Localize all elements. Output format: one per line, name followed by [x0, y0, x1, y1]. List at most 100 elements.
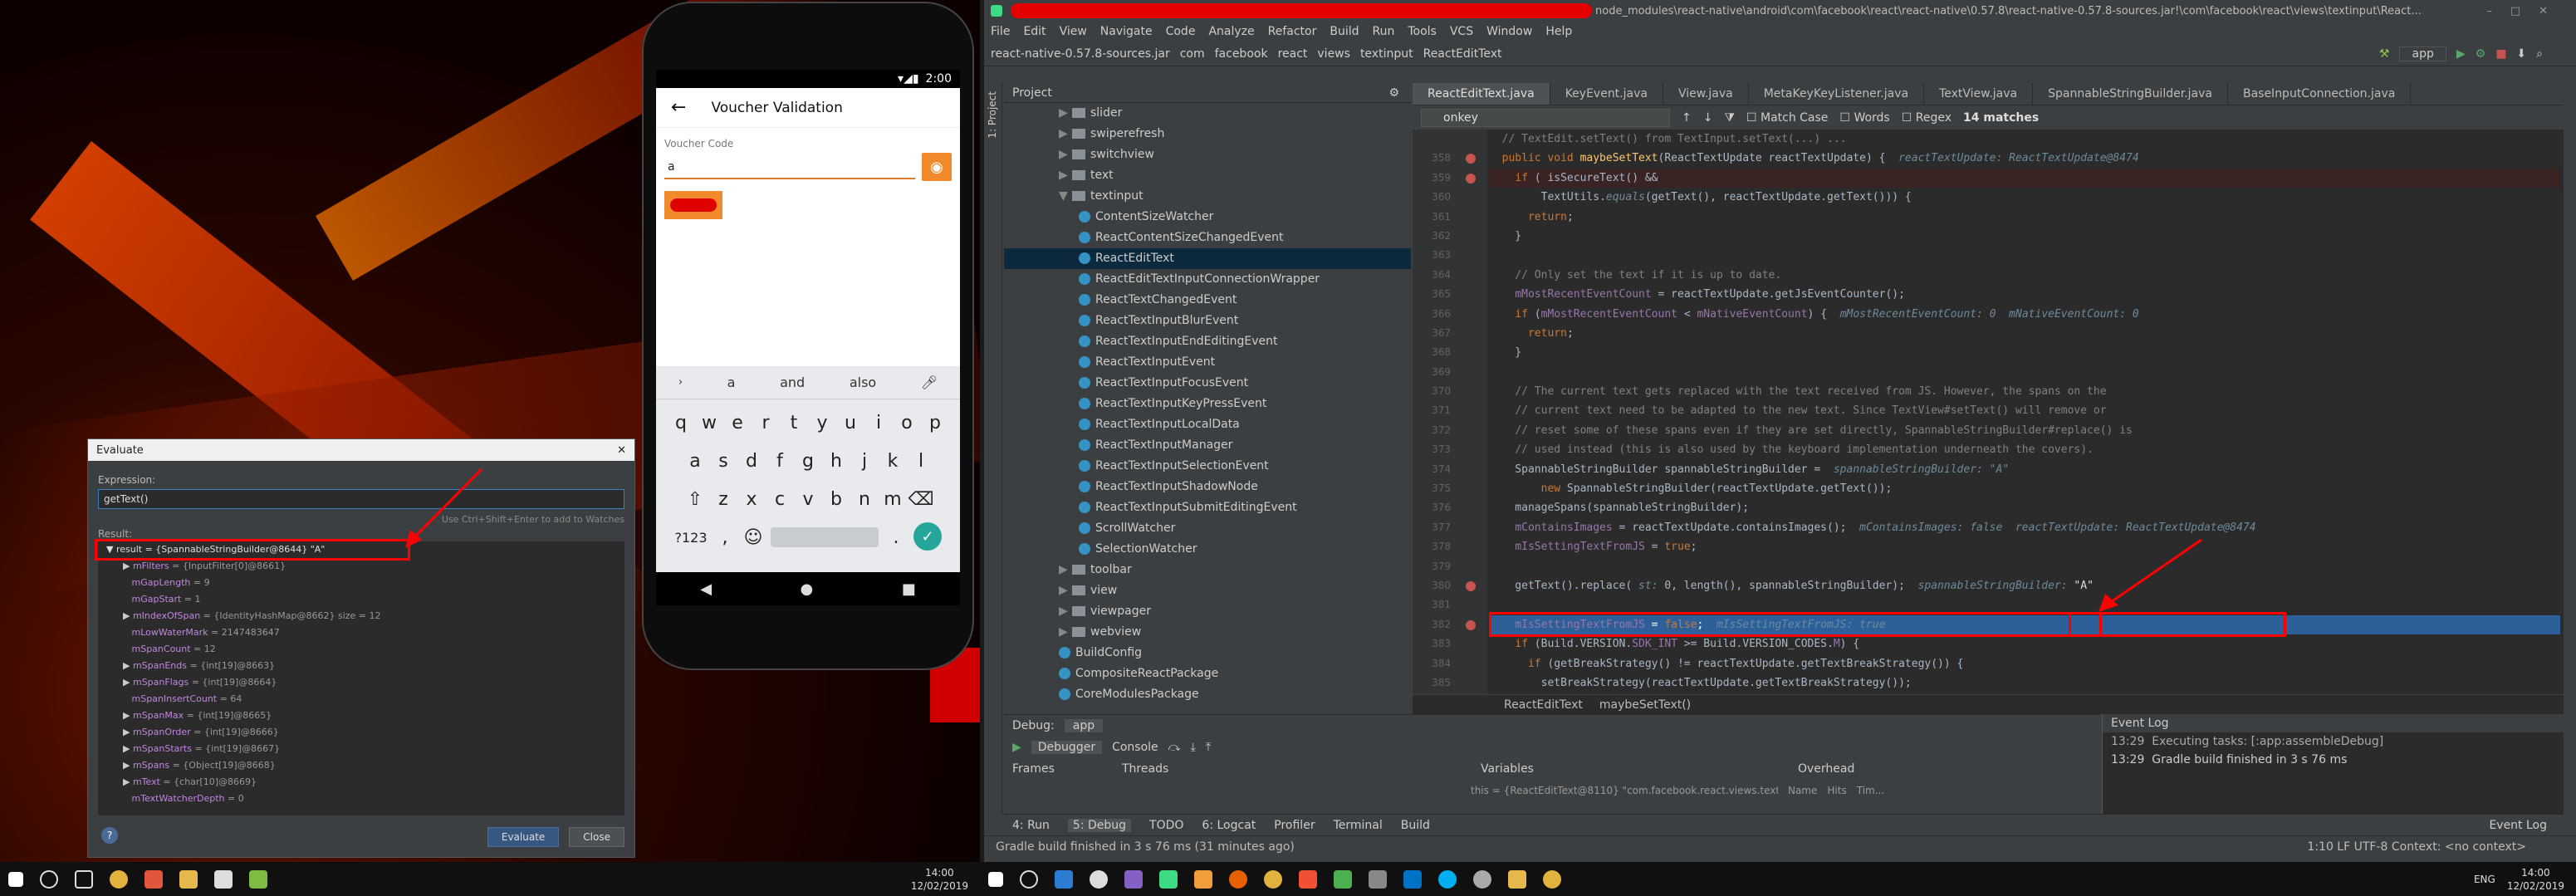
- key[interactable]: c: [769, 484, 791, 514]
- tree-class[interactable]: ReactEditTextInputConnectionWrapper: [1004, 269, 1411, 290]
- explorer-icon[interactable]: [179, 869, 198, 889]
- emoji-icon[interactable]: ☺: [742, 522, 764, 552]
- frames-tab[interactable]: Frames: [1012, 762, 1112, 776]
- breadcrumb[interactable]: com: [1180, 47, 1205, 61]
- chrome-icon[interactable]: [1264, 869, 1282, 889]
- expand-arrow-icon[interactable]: ▶: [1059, 560, 1072, 580]
- code-area[interactable]: // TextEdit.setText() from TextInput.set…: [1489, 130, 2560, 747]
- menu-analyze[interactable]: Analyze: [1208, 25, 1254, 38]
- tree-class[interactable]: ReactTextInputBlurEvent: [1004, 311, 1411, 331]
- close-icon[interactable]: ✕: [617, 444, 626, 457]
- settings-icon[interactable]: [1473, 869, 1491, 889]
- sdk-manager-icon[interactable]: ⬇: [2516, 47, 2526, 61]
- firefox-icon[interactable]: [1229, 869, 1247, 889]
- start-icon[interactable]: [988, 871, 1003, 887]
- resume-icon[interactable]: ▶: [1012, 741, 1021, 754]
- tree-class[interactable]: CoreModulesPackage: [1004, 684, 1411, 705]
- event-log-tab[interactable]: Event Log: [2489, 819, 2547, 832]
- key[interactable]: s: [713, 446, 734, 476]
- step-over-icon[interactable]: ⤼: [1168, 741, 1181, 754]
- down-arrow-icon[interactable]: ↓: [1703, 111, 1713, 125]
- menu-window[interactable]: Window: [1486, 25, 1532, 38]
- period-key[interactable]: .: [885, 522, 907, 552]
- shift-icon[interactable]: ⇧: [684, 484, 706, 514]
- android-studio-icon[interactable]: [1159, 869, 1178, 889]
- suggestion[interactable]: and: [780, 375, 805, 390]
- tool-tab-terminal[interactable]: Terminal: [1334, 819, 1383, 832]
- breadcrumb-jar[interactable]: react-native-0.57.8-sources.jar: [991, 47, 1170, 61]
- tab-spannable[interactable]: SpannableStringBuilder.java: [2033, 83, 2228, 105]
- tab-key-event[interactable]: KeyEvent.java: [1550, 83, 1663, 105]
- tree-row[interactable]: ▶ mSpanMax = {int[19]@8665}: [98, 707, 624, 724]
- space-bar[interactable]: [771, 527, 879, 547]
- validate-button[interactable]: x: [664, 191, 722, 219]
- visual-studio-icon[interactable]: [1124, 869, 1143, 889]
- tree-folder[interactable]: ▶ text: [1004, 165, 1411, 186]
- tree-row[interactable]: ▶ mSpanStarts = {int[19]@8667}: [98, 741, 624, 757]
- camera-icon[interactable]: ◉: [922, 153, 952, 181]
- menu-edit[interactable]: Edit: [1023, 25, 1046, 38]
- tree-folder[interactable]: ▼ textinput: [1004, 186, 1411, 207]
- key[interactable]: h: [825, 446, 847, 476]
- key[interactable]: n: [854, 484, 875, 514]
- menu-navigate[interactable]: Navigate: [1100, 25, 1153, 38]
- expand-arrow-icon[interactable]: ▶: [1059, 103, 1072, 124]
- tab-react-edit-text[interactable]: ReactEditText.java: [1413, 83, 1550, 105]
- tree-class[interactable]: ScrollWatcher: [1004, 518, 1411, 539]
- key[interactable]: i: [868, 408, 889, 438]
- menu-code[interactable]: Code: [1166, 25, 1196, 38]
- tree-class[interactable]: ReactTextChangedEvent: [1004, 290, 1411, 311]
- key[interactable]: z: [713, 484, 734, 514]
- key[interactable]: l: [910, 446, 932, 476]
- expression-input[interactable]: getText(): [98, 489, 624, 509]
- tree-class[interactable]: ReactTextInputSubmitEditingEvent: [1004, 497, 1411, 518]
- variable-this-row[interactable]: this = {ReactEditText@8110} "com.faceboo…: [1471, 785, 1778, 796]
- close-button[interactable]: Close: [569, 827, 624, 847]
- tree-row[interactable]: ▶ mSpanFlags = {int[19]@8664}: [98, 674, 624, 691]
- tree-class[interactable]: ReactEditText: [1004, 248, 1411, 269]
- key[interactable]: m: [882, 484, 904, 514]
- tree-class[interactable]: ReactTextInputManager: [1004, 435, 1411, 456]
- tray-clock-right[interactable]: 14:00 12/02/2019: [2507, 866, 2564, 893]
- tree-class[interactable]: SelectionWatcher: [1004, 539, 1411, 560]
- tree-row[interactable]: ▶ mText = {char[10]@8669}: [98, 774, 624, 791]
- breadcrumb[interactable]: views: [1317, 47, 1350, 61]
- breakpoint-icon[interactable]: [1466, 580, 1476, 591]
- breakpoint-icon[interactable]: [1466, 619, 1476, 630]
- match-case-checkbox[interactable]: ☐ Match Case: [1746, 111, 1828, 125]
- breadcrumb[interactable]: react: [1278, 47, 1308, 61]
- expand-arrow-icon[interactable]: ▶: [1059, 580, 1072, 601]
- tree-folder[interactable]: ▶ webview: [1004, 622, 1411, 643]
- tree-row[interactable]: ▶ mFilters = {InputFilter[0]@8661}: [98, 558, 624, 575]
- expand-arrow-icon[interactable]: ▼: [1059, 186, 1072, 207]
- menu-run[interactable]: Run: [1373, 25, 1395, 38]
- key[interactable]: w: [698, 408, 720, 438]
- search-icon[interactable]: [40, 869, 58, 889]
- tree-row[interactable]: mGapStart = 1: [98, 591, 624, 608]
- tool-tab-run[interactable]: 4: Run: [1012, 819, 1050, 832]
- run-icon[interactable]: ▶: [2456, 47, 2466, 61]
- overhead-tab[interactable]: Overhead: [1798, 762, 1854, 776]
- regex-checkbox[interactable]: ☐ Regex: [1902, 111, 1952, 125]
- tree-row[interactable]: mSpanInsertCount = 64: [98, 691, 624, 707]
- task-view-icon[interactable]: [75, 869, 93, 889]
- chevron-right-icon[interactable]: ›: [678, 376, 683, 389]
- tree-folder[interactable]: ▶ switchview: [1004, 144, 1411, 165]
- sublime-icon[interactable]: [1194, 869, 1212, 889]
- breadcrumb[interactable]: textinput: [1360, 47, 1413, 61]
- menu-vcs[interactable]: VCS: [1450, 25, 1473, 38]
- explorer-icon[interactable]: [1508, 869, 1526, 889]
- menu-file[interactable]: File: [991, 25, 1010, 38]
- tree-class[interactable]: ReactTextInputEndEditingEvent: [1004, 331, 1411, 352]
- search-icon[interactable]: ⌕: [2536, 47, 2543, 61]
- hammer-icon[interactable]: ⚒: [2379, 47, 2390, 61]
- debugger-tab[interactable]: Debugger: [1031, 741, 1103, 754]
- expand-arrow-icon[interactable]: ▶: [1059, 144, 1072, 165]
- key[interactable]: y: [811, 408, 833, 438]
- menu-view[interactable]: View: [1060, 25, 1087, 38]
- tool-tab-debug[interactable]: 5: Debug: [1067, 818, 1132, 832]
- breakpoint-icon[interactable]: [1466, 173, 1476, 184]
- chrome-icon[interactable]: [110, 869, 128, 889]
- github-icon[interactable]: [1090, 869, 1108, 889]
- vscode-icon[interactable]: [1055, 869, 1073, 889]
